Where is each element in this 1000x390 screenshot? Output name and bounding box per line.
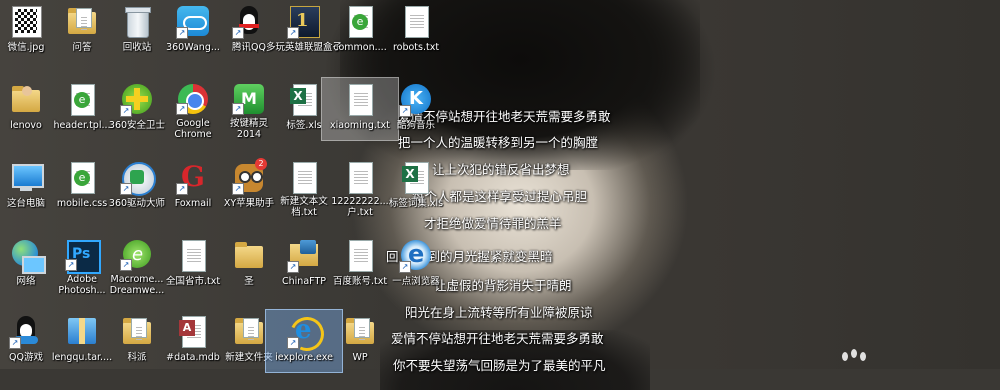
icon-label: 回收站	[122, 42, 152, 53]
folder-icon	[231, 314, 267, 350]
icon-label: 问答	[72, 42, 92, 53]
desktop-icon-biaoqian-ciji-xls[interactable]: X 标签词集.xls	[378, 156, 454, 218]
icon-label: 一点浏览器	[392, 276, 440, 287]
360-safeguard-icon: ↗	[119, 82, 155, 118]
computer-icon	[8, 160, 44, 196]
owl-app-icon: 2 ↗	[231, 158, 267, 196]
text-file-icon	[175, 238, 211, 274]
macro-tool-icon: M ↗	[231, 82, 267, 116]
photoshop-icon: Ps ↗	[64, 238, 101, 274]
paw-watermark-icon	[836, 348, 876, 368]
icon-label: 科派	[127, 352, 147, 363]
excel-file-icon: X	[286, 82, 322, 118]
dreamweaver-app-icon: e ↗	[119, 238, 155, 272]
game-box-icon: 1 ↗	[286, 4, 322, 40]
icon-label: 网络	[16, 276, 36, 287]
icon-label: Foxmail	[174, 198, 212, 209]
kugou-icon: K ↗	[398, 82, 434, 118]
lyric-line: 爱情不停站想开往地老天荒需要多勇敢	[391, 331, 604, 346]
archive-file-icon	[64, 314, 100, 350]
recycle-bin-icon	[119, 4, 155, 40]
internet-explorer-icon: e ↗	[285, 312, 329, 356]
icon-label: robots.txt	[392, 42, 440, 53]
excel-file-icon: X	[398, 160, 434, 196]
dreamweaver-file-icon: e	[64, 82, 100, 118]
icon-label: 标签词集.xls	[388, 198, 444, 209]
dreamweaver-file-icon: e	[64, 160, 100, 196]
database-file-icon: A	[175, 314, 211, 350]
text-file-icon	[342, 82, 378, 118]
lyric-line: 阳光在身上流转等所有业障被原谅	[405, 305, 593, 320]
text-file-icon	[342, 160, 378, 194]
desktop-icon-wp-folder[interactable]: WP	[322, 310, 398, 372]
desktop-icon-robots-txt[interactable]: robots.txt	[378, 0, 454, 62]
folder-icon	[231, 238, 267, 274]
cloud-drive-icon: ↗	[175, 4, 211, 40]
folder-icon	[64, 4, 100, 40]
icon-label: 腾讯QQ	[232, 42, 266, 53]
icon-label: ChinaFTP	[282, 276, 326, 287]
browser-e-icon: e ↗	[398, 238, 434, 274]
text-file-icon	[342, 238, 378, 274]
text-file-icon	[398, 4, 434, 40]
network-globe-icon	[8, 238, 46, 274]
ftp-app-icon: ↗	[286, 238, 322, 274]
icon-label: 微信.jpg	[7, 42, 45, 53]
foxmail-icon: G ↗	[175, 160, 211, 196]
user-folder-icon	[8, 82, 44, 118]
folder-icon	[342, 314, 378, 350]
folder-icon	[119, 314, 155, 350]
icon-label: lenovo	[10, 120, 42, 131]
lyric-line: 让虚假的背影消失于晴朗	[434, 278, 572, 293]
text-file-icon	[286, 160, 322, 194]
chrome-icon: ↗	[175, 82, 211, 116]
icon-label: 圣	[244, 276, 254, 287]
desktop-icon-yidian-browser[interactable]: e ↗ 一点浏览器	[378, 234, 454, 296]
icon-label: 酷狗音乐	[396, 120, 435, 131]
icon-label: 标签.xls	[286, 120, 322, 131]
icon-label: 这台电脑	[6, 198, 45, 209]
qr-image-icon	[8, 4, 44, 40]
qq-penguin-icon: ↗	[231, 4, 267, 40]
lyric-line: 你不要失望荡气回肠是为了最美的平凡	[393, 358, 606, 373]
desktop-icon-kugou-music[interactable]: K ↗ 酷狗音乐	[378, 78, 454, 140]
dreamweaver-file-icon: e	[342, 4, 378, 40]
icon-label: QQ游戏	[9, 352, 43, 363]
qq-game-icon: ↗	[8, 314, 44, 350]
icon-label: WP	[352, 352, 368, 363]
driver-master-icon: ↗	[119, 160, 156, 196]
